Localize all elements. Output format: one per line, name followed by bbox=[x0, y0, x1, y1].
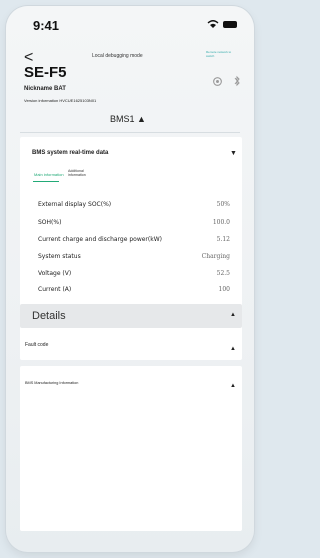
battery-icon bbox=[223, 21, 237, 28]
gear-icon[interactable] bbox=[212, 76, 223, 87]
caret-up-icon[interactable]: ▲ bbox=[230, 312, 236, 318]
row-value-soc: 50% bbox=[216, 201, 230, 208]
row-value-soh: 100.0 bbox=[212, 219, 230, 226]
debug-mode-label: Local debugging mode bbox=[92, 53, 143, 59]
tab-active-indicator bbox=[33, 181, 59, 182]
caret-up-icon[interactable]: ▲ bbox=[230, 383, 236, 389]
row-value-status: Charging bbox=[201, 253, 230, 260]
version-info: Version information HVCUE1625103N01 bbox=[24, 98, 97, 103]
divider bbox=[20, 132, 240, 133]
row-value-power: 5.12 bbox=[216, 236, 230, 243]
status-time: 9:41 bbox=[33, 18, 60, 33]
caret-up-icon[interactable]: ▲ bbox=[230, 346, 236, 352]
row-value-voltage: 52.5 bbox=[216, 270, 230, 277]
tab-main-information[interactable]: Main information bbox=[34, 172, 64, 177]
row-label-soc: External display SOC(%) bbox=[38, 201, 112, 208]
status-bar: 9:41 bbox=[6, 6, 254, 42]
row-label-soh: SOH(%) bbox=[38, 219, 62, 226]
phone-screen: 9:41 < Local debugging mode Remote netwo… bbox=[6, 6, 254, 552]
realtime-title: BMS system real-time data bbox=[32, 150, 109, 156]
details-section[interactable]: Details ▲ bbox=[20, 304, 242, 328]
manufacturing-info-label: BMS Manufacturing Information bbox=[25, 381, 79, 385]
row-label-voltage: Voltage (V) bbox=[38, 270, 72, 277]
fault-code-card[interactable]: Fault code ▲ bbox=[20, 334, 242, 360]
row-label-power: Current charge and discharge power(kW) bbox=[38, 236, 162, 243]
caret-down-icon[interactable]: ▼ bbox=[230, 150, 237, 157]
fault-code-label: Fault code bbox=[25, 342, 49, 348]
device-nickname: Nickname BAT bbox=[24, 86, 66, 92]
remote-switch-link[interactable]: Remote network to switch bbox=[206, 50, 236, 58]
bluetooth-icon[interactable] bbox=[232, 75, 242, 87]
bms-selector[interactable]: BMS1 ▲ bbox=[110, 114, 146, 124]
manufacturing-info-card[interactable]: BMS Manufacturing Information ▲ bbox=[20, 366, 242, 531]
device-title: SE-F5 bbox=[24, 64, 67, 81]
tab-additional-information[interactable]: Additional information bbox=[68, 169, 94, 177]
details-label: Details bbox=[32, 310, 66, 322]
wifi-icon bbox=[207, 20, 219, 28]
row-label-current: Current (A) bbox=[38, 286, 72, 293]
row-value-current: 100 bbox=[218, 286, 230, 293]
row-label-status: System status bbox=[38, 253, 81, 260]
